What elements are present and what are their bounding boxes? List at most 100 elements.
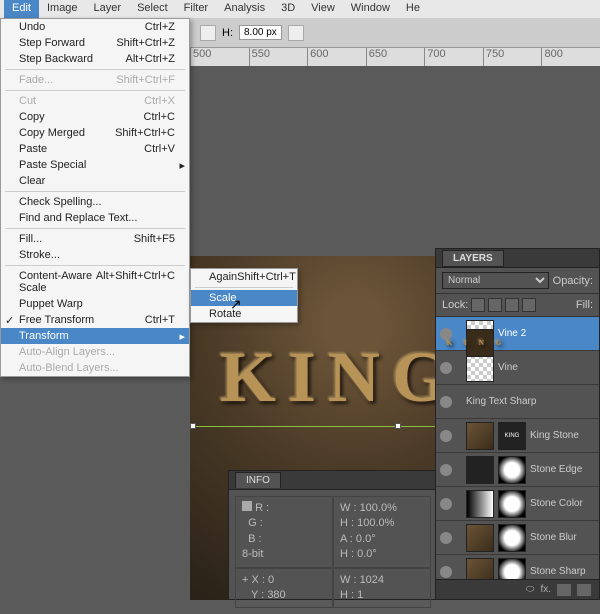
menu-item-transform[interactable]: Transform▸ — [1, 328, 189, 344]
height-label: H: — [222, 27, 233, 39]
submenu-item-rotate[interactable]: Rotate — [191, 306, 297, 322]
menu-image[interactable]: Image — [39, 0, 86, 18]
menu-layer[interactable]: Layer — [86, 0, 130, 18]
visibility-eye-icon[interactable] — [440, 532, 452, 544]
menu-separator — [5, 69, 185, 70]
opacity-label: Opacity: — [553, 275, 593, 287]
menu-item-puppet-warp[interactable]: Puppet Warp — [1, 296, 189, 312]
menu-item-step-backward[interactable]: Step BackwardAlt+Ctrl+Z — [1, 51, 189, 67]
menu-item-step-forward[interactable]: Step ForwardShift+Ctrl+Z — [1, 35, 189, 51]
link-layers-icon[interactable]: ⬭ — [526, 584, 535, 595]
menu-separator — [5, 191, 185, 192]
layer-thumbnail[interactable] — [466, 422, 494, 450]
visibility-eye-icon[interactable] — [440, 498, 452, 510]
menu-window[interactable]: Window — [343, 0, 398, 18]
layer-name[interactable]: Stone Blur — [530, 532, 595, 543]
submenu-item-again[interactable]: AgainShift+Ctrl+T — [191, 269, 297, 285]
transform-readout: W : 100.0% H : 100.0% A : 0.0° H : 0.0° — [333, 496, 431, 568]
layer-name[interactable]: Vine 2 — [498, 328, 595, 339]
link-icon[interactable] — [288, 25, 304, 41]
layer-thumbnail[interactable] — [466, 490, 494, 518]
menu-item-free-transform[interactable]: Free TransformCtrl+T — [1, 312, 189, 328]
transform-handle[interactable] — [395, 423, 401, 429]
menu-analysis[interactable]: Analysis — [216, 0, 273, 18]
layers-tab[interactable]: LAYERS — [442, 250, 504, 267]
layer-row[interactable]: KINGKing Text Sharp — [436, 385, 599, 419]
submenu-item-scale[interactable]: Scale — [191, 290, 297, 306]
layer-mask-thumbnail[interactable] — [498, 490, 526, 518]
menu-item-clear[interactable]: Clear — [1, 173, 189, 189]
menu-item-content-aware-scale[interactable]: Content-Aware ScaleAlt+Shift+Ctrl+C — [1, 268, 189, 296]
lock-all-icon[interactable] — [522, 298, 536, 312]
visibility-eye-icon[interactable] — [440, 328, 452, 340]
wh-readout: W : 1024 H : 1 — [333, 568, 431, 609]
layer-row[interactable]: Stone Blur — [436, 521, 599, 555]
menu-item-copy[interactable]: CopyCtrl+C — [1, 109, 189, 125]
layer-row[interactable]: Stone Edge — [436, 453, 599, 487]
layer-name[interactable]: Stone Color — [530, 498, 595, 509]
menu-separator — [195, 287, 293, 288]
menu-3d[interactable]: 3D — [273, 0, 303, 18]
lock-transparency-icon[interactable] — [471, 298, 485, 312]
layer-row[interactable]: KING King Stone — [436, 419, 599, 453]
layer-name[interactable]: King Text Sharp — [466, 396, 595, 407]
menu-item-auto-align-layers-: Auto-Align Layers... — [1, 344, 189, 360]
edit-menu[interactable]: UndoCtrl+ZStep ForwardShift+Ctrl+ZStep B… — [0, 18, 190, 377]
blend-mode-select[interactable]: Normal — [442, 272, 549, 289]
visibility-eye-icon[interactable] — [440, 362, 452, 374]
menu-edit[interactable]: Edit — [4, 0, 39, 18]
transform-submenu[interactable]: AgainShift+Ctrl+T ScaleRotate — [190, 268, 298, 323]
layers-footer: ⬭ fx. — [436, 579, 599, 599]
layer-row[interactable]: Vine — [436, 351, 599, 385]
fill-label: Fill: — [576, 299, 593, 311]
visibility-eye-icon[interactable] — [440, 396, 452, 408]
visibility-eye-icon[interactable] — [440, 464, 452, 476]
menu-item-check-spelling-[interactable]: Check Spelling... — [1, 194, 189, 210]
layer-thumbnail[interactable] — [466, 354, 494, 382]
menu-item-undo[interactable]: UndoCtrl+Z — [1, 19, 189, 35]
menu-item-cut: CutCtrl+X — [1, 93, 189, 109]
menu-item-copy-merged[interactable]: Copy MergedShift+Ctrl+C — [1, 125, 189, 141]
info-tab[interactable]: INFO — [235, 472, 281, 488]
layers-panel[interactable]: LAYERS Normal Opacity: Lock: Fill: Vine … — [435, 248, 600, 600]
transform-handle[interactable] — [190, 423, 196, 429]
lock-position-icon[interactable] — [505, 298, 519, 312]
fx-icon[interactable]: fx. — [540, 584, 551, 595]
layer-name[interactable]: Stone Edge — [530, 464, 595, 475]
lock-pixels-icon[interactable] — [488, 298, 502, 312]
layer-name[interactable]: King Stone — [530, 430, 595, 441]
layer-thumbnail[interactable]: KING — [466, 329, 494, 357]
layer-thumbnail[interactable] — [466, 524, 494, 552]
menu-view[interactable]: View — [303, 0, 343, 18]
visibility-eye-icon[interactable] — [440, 566, 452, 578]
layer-mask-thumbnail[interactable] — [498, 524, 526, 552]
menubar: EditImageLayerSelectFilterAnalysis3DView… — [0, 0, 600, 18]
layer-name[interactable]: Vine — [498, 362, 595, 373]
ruler: 500550600650700750800 — [190, 48, 600, 66]
menu-select[interactable]: Select — [129, 0, 176, 18]
menu-filter[interactable]: Filter — [176, 0, 216, 18]
menu-item-fill-[interactable]: Fill...Shift+F5 — [1, 231, 189, 247]
info-panel[interactable]: INFO R : G : B :8-bit W : 100.0% H : 100… — [228, 470, 438, 600]
layer-thumbnail[interactable] — [466, 456, 494, 484]
menu-item-stroke-[interactable]: Stroke... — [1, 247, 189, 263]
menu-he[interactable]: He — [398, 0, 428, 18]
height-field[interactable]: 8.00 px — [239, 25, 282, 40]
menu-item-paste-special[interactable]: Paste Special▸ — [1, 157, 189, 173]
layer-name[interactable]: Stone Sharp — [530, 566, 595, 577]
layer-mask-thumbnail[interactable]: KING — [498, 422, 526, 450]
layer-list: Vine 2VineKINGKing Text SharpKINGKing St… — [436, 317, 599, 589]
menu-separator — [5, 228, 185, 229]
rgb-readout: R : G : B :8-bit — [235, 496, 333, 568]
layer-row[interactable]: Stone Color — [436, 487, 599, 521]
menu-item-fade-: Fade...Shift+Ctrl+F — [1, 72, 189, 88]
menu-item-paste[interactable]: PasteCtrl+V — [1, 141, 189, 157]
menu-item-find-and-replace-text-[interactable]: Find and Replace Text... — [1, 210, 189, 226]
tool-icon[interactable] — [200, 25, 216, 41]
mask-icon[interactable] — [557, 584, 571, 596]
xy-readout: + X : 0 Y : 380 — [235, 568, 333, 609]
visibility-eye-icon[interactable] — [440, 430, 452, 442]
eyedropper-icon — [242, 501, 252, 511]
layer-mask-thumbnail[interactable] — [498, 456, 526, 484]
folder-icon[interactable] — [577, 584, 591, 596]
